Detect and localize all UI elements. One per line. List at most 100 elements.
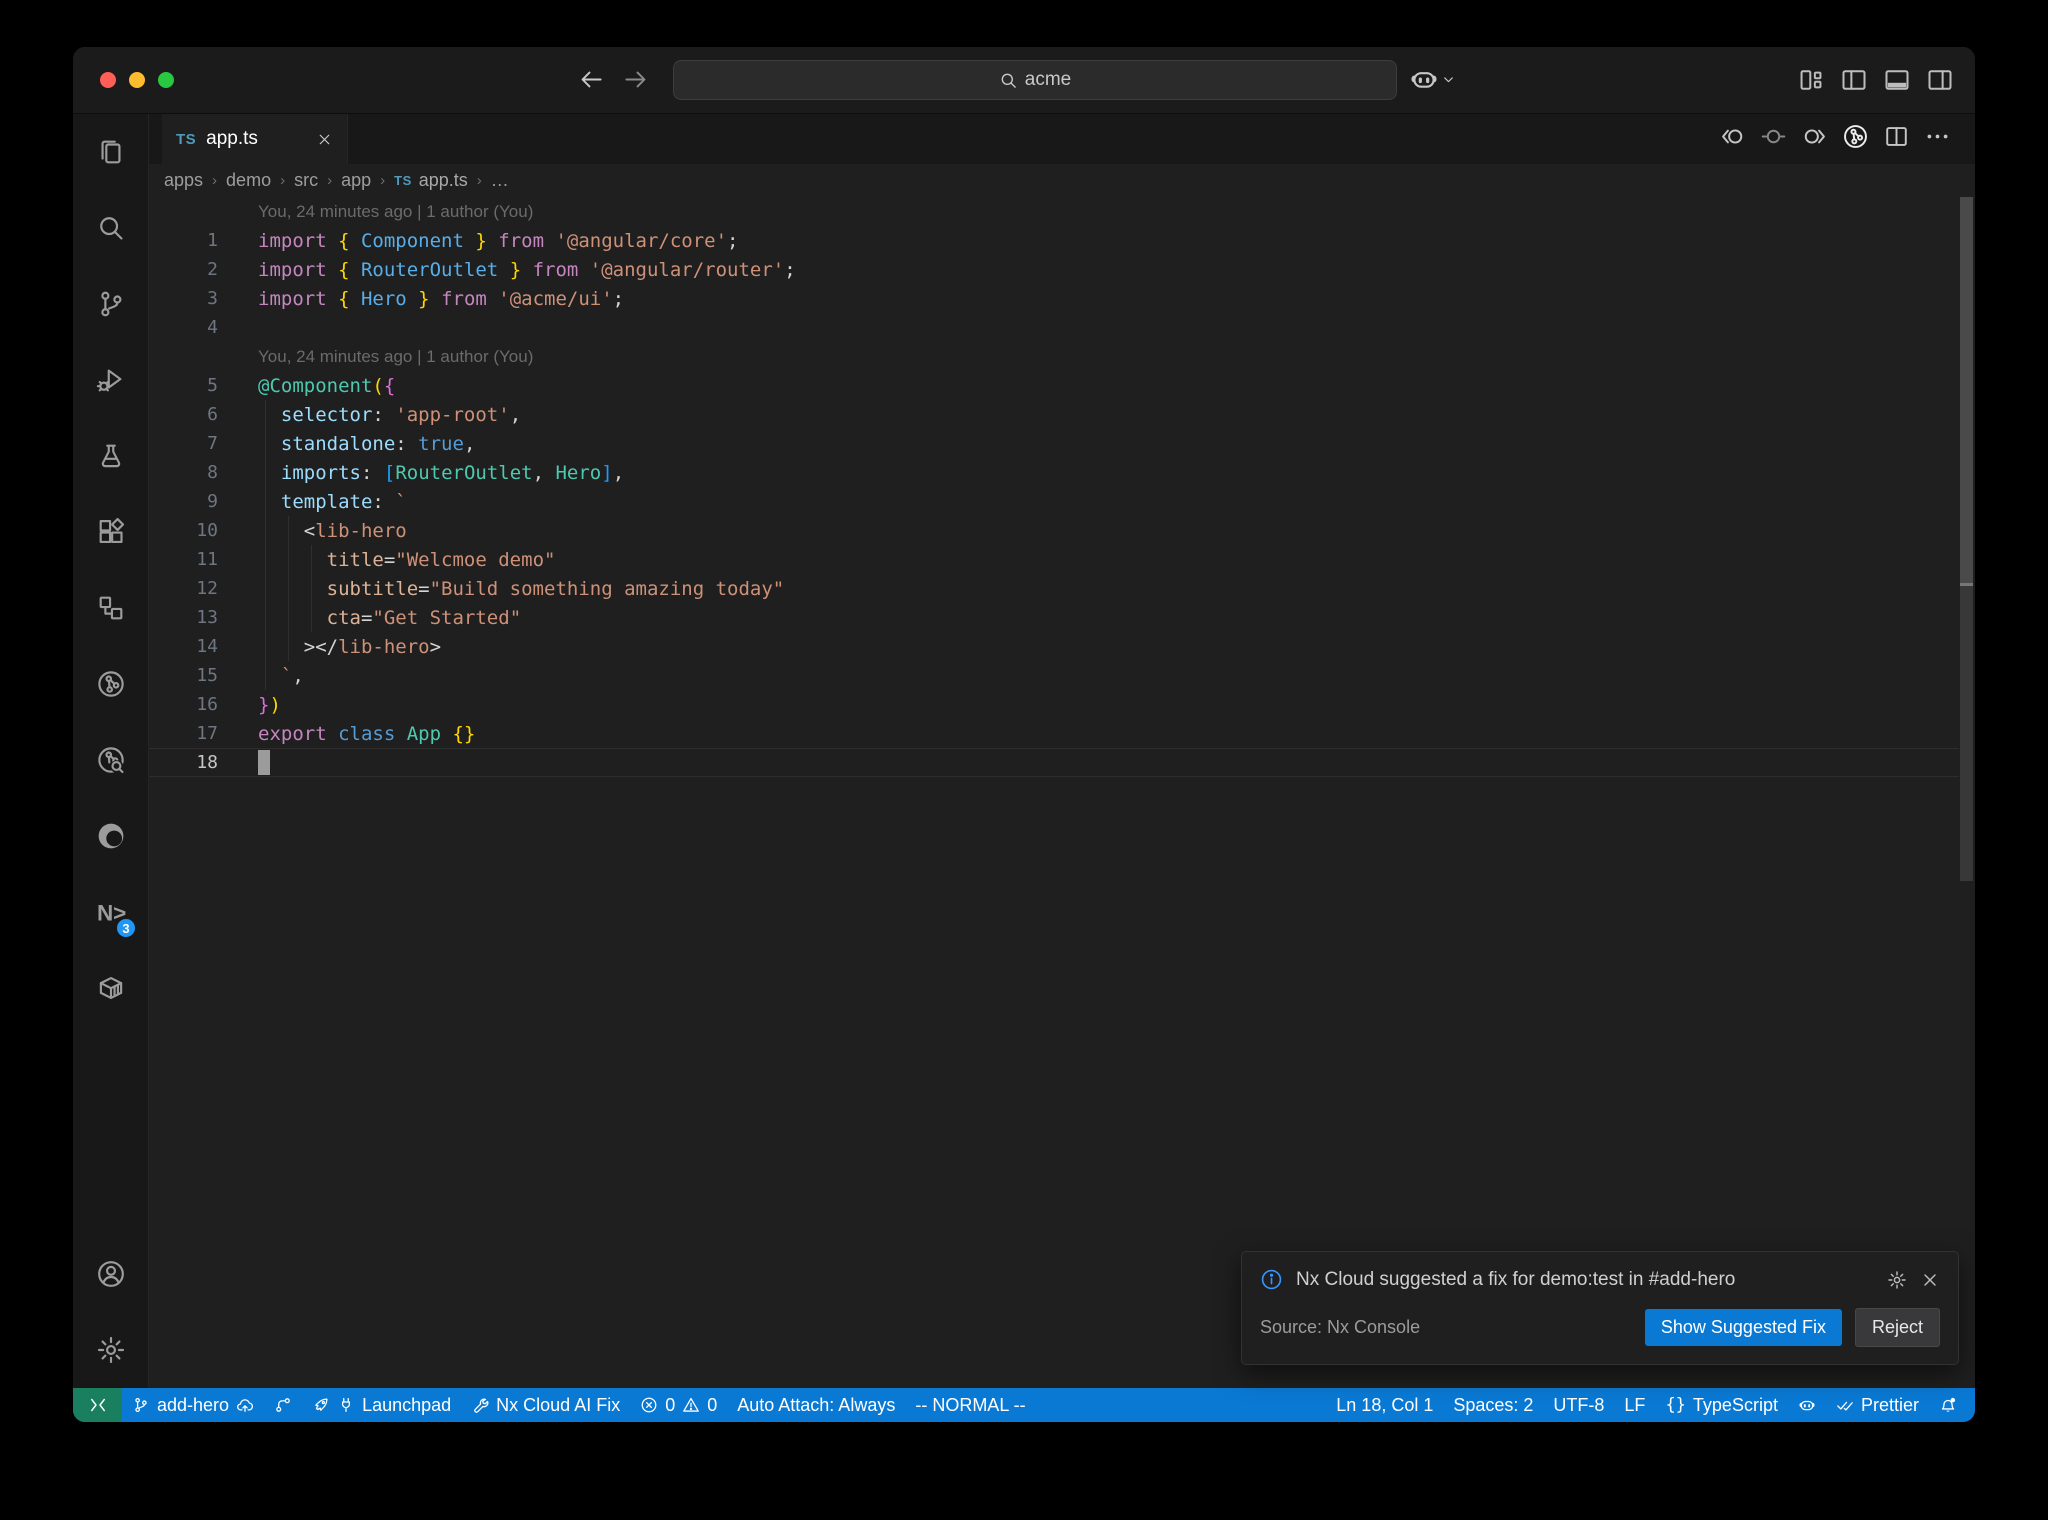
breadcrumb-item[interactable]: demo [226, 170, 271, 191]
line-number[interactable]: 5 [149, 375, 245, 396]
line-number[interactable]: 11 [149, 549, 245, 570]
line-number[interactable]: 12 [149, 578, 245, 599]
sidebar-item-settings[interactable] [73, 1312, 148, 1388]
vim-mode-status[interactable]: -- NORMAL -- [905, 1388, 1035, 1422]
sidebar-item-nx-console[interactable]: N> 3 [73, 874, 148, 950]
cursor-position-status[interactable]: Ln 18, Col 1 [1326, 1388, 1443, 1422]
show-suggested-fix-button[interactable]: Show Suggested Fix [1644, 1309, 1842, 1346]
code-line[interactable]: 10 <lib-hero [149, 516, 1959, 545]
code-line[interactable]: 7 standalone: true, [149, 429, 1959, 458]
code-line[interactable]: 1 import { Component } from '@angular/cor… [149, 226, 1959, 255]
nav-location-button[interactable] [1760, 123, 1787, 155]
sidebar-item-gitlens[interactable] [73, 646, 148, 722]
problems-status[interactable]: 00 [630, 1388, 727, 1422]
nx-cloud-ai-fix-button[interactable]: Nx Cloud AI Fix [461, 1388, 630, 1422]
close-window-button[interactable] [100, 72, 116, 88]
line-number[interactable]: 18 [149, 752, 245, 773]
line-number[interactable]: 17 [149, 723, 245, 744]
code-line[interactable]: 17 export class App {} [149, 719, 1959, 748]
editor-scrollbar-lower[interactable] [1960, 586, 1973, 881]
sidebar-item-gitlens-inspect[interactable] [73, 722, 148, 798]
indentation-status[interactable]: Spaces: 2 [1443, 1388, 1543, 1422]
breadcrumb-item[interactable]: app [341, 170, 371, 191]
gitlens-graph-button[interactable] [1842, 123, 1869, 155]
minimize-window-button[interactable] [129, 72, 145, 88]
code-editor[interactable]: You, 24 minutes ago | 1 author (You) 1 imp… [149, 197, 1975, 1388]
code-line[interactable]: 8 imports: [RouterOutlet, Hero], [149, 458, 1959, 487]
line-number[interactable]: 10 [149, 520, 245, 541]
close-tab-icon[interactable] [316, 131, 333, 148]
prettier-status[interactable]: Prettier [1826, 1388, 1929, 1422]
sidebar-item-edge-tools[interactable] [73, 798, 148, 874]
code-line[interactable]: 12 subtitle="Build something amazing tod… [149, 574, 1959, 603]
line-number[interactable]: 14 [149, 636, 245, 657]
line-number[interactable]: 16 [149, 694, 245, 715]
line-number[interactable]: 7 [149, 433, 245, 454]
line-number[interactable]: 4 [149, 317, 245, 338]
code-line[interactable]: 4 [149, 313, 1959, 342]
breadcrumb-item[interactable]: apps [164, 170, 203, 191]
git-branch-status[interactable]: add-hero [122, 1388, 264, 1422]
auto-attach-status[interactable]: Auto Attach: Always [727, 1388, 905, 1422]
code-line[interactable]: 6 selector: 'app-root', [149, 400, 1959, 429]
more-actions-button[interactable] [1924, 123, 1951, 155]
nav-forward-button[interactable] [1801, 123, 1828, 155]
code-line[interactable]: 18 [149, 748, 1959, 777]
line-number[interactable]: 13 [149, 607, 245, 628]
sidebar-item-accounts[interactable] [73, 1236, 148, 1312]
sidebar-item-project-diagram[interactable] [73, 570, 148, 646]
toggle-primary-sidebar-button[interactable] [1840, 66, 1868, 99]
nav-back-button[interactable] [1719, 123, 1746, 155]
line-number[interactable]: 1 [149, 230, 245, 251]
split-editor-button[interactable] [1883, 123, 1910, 155]
code-line[interactable]: 14 ></lib-hero> [149, 632, 1959, 661]
sidebar-item-testing[interactable] [73, 418, 148, 494]
code-line[interactable]: 11 title="Welcmoe demo" [149, 545, 1959, 574]
sidebar-item-explorer[interactable] [73, 114, 148, 190]
code-line[interactable]: 5 @Component({ [149, 371, 1959, 400]
notification-settings-gear-icon[interactable] [1887, 1270, 1907, 1290]
line-number[interactable]: 8 [149, 462, 245, 483]
command-center-search[interactable]: acme [673, 60, 1397, 100]
reject-button[interactable]: Reject [1854, 1308, 1940, 1347]
sidebar-item-search[interactable] [73, 190, 148, 266]
line-number[interactable]: 6 [149, 404, 245, 425]
code-line[interactable]: 16}) [149, 690, 1959, 719]
arrow-left-icon[interactable] [578, 66, 605, 93]
copilot-status[interactable] [1788, 1388, 1826, 1422]
toggle-panel-button[interactable] [1883, 66, 1911, 99]
blame-annotation[interactable]: You, 24 minutes ago | 1 author (You) [149, 197, 1959, 226]
breadcrumb-item[interactable]: src [294, 170, 318, 191]
code-line[interactable]: 13 cta="Get Started" [149, 603, 1959, 632]
git-graph-button[interactable] [264, 1388, 302, 1422]
notification-close-icon[interactable] [1920, 1270, 1940, 1290]
launchpad-button[interactable]: Launchpad [302, 1388, 461, 1422]
sidebar-item-source-control[interactable] [73, 266, 148, 342]
line-number[interactable]: 2 [149, 259, 245, 280]
eol-status[interactable]: LF [1614, 1388, 1655, 1422]
language-status[interactable]: {} TypeScript [1655, 1388, 1788, 1422]
breadcrumb-more[interactable]: … [491, 170, 509, 191]
blame-annotation[interactable]: You, 24 minutes ago | 1 author (You) [149, 342, 1959, 371]
line-number[interactable]: 3 [149, 288, 245, 309]
editor-scrollbar[interactable] [1960, 197, 1973, 583]
code-line[interactable]: 3 import { Hero } from '@acme/ui'; [149, 284, 1959, 313]
zoom-window-button[interactable] [158, 72, 174, 88]
breadcrumb-file[interactable]: TS app.ts [394, 170, 468, 191]
code-line[interactable]: 15 `, [149, 661, 1959, 690]
toggle-secondary-sidebar-button[interactable] [1926, 66, 1954, 99]
remote-indicator[interactable] [73, 1388, 122, 1422]
tab-app-ts[interactable]: TS app.ts [162, 114, 348, 164]
encoding-status[interactable]: UTF-8 [1543, 1388, 1614, 1422]
notifications-bell[interactable] [1929, 1388, 1967, 1422]
copilot-menu[interactable] [1409, 64, 1457, 94]
customize-layout-button[interactable] [1797, 66, 1825, 99]
line-number[interactable]: 15 [149, 665, 245, 686]
code-line[interactable]: 9 template: ` [149, 487, 1959, 516]
code-line[interactable]: 2 import { RouterOutlet } from '@angular/… [149, 255, 1959, 284]
line-number[interactable]: 9 [149, 491, 245, 512]
arrow-right-icon[interactable] [622, 66, 649, 93]
sidebar-item-containers[interactable] [73, 950, 148, 1026]
sidebar-item-run-and-debug[interactable] [73, 342, 148, 418]
sidebar-item-extensions[interactable] [73, 494, 148, 570]
